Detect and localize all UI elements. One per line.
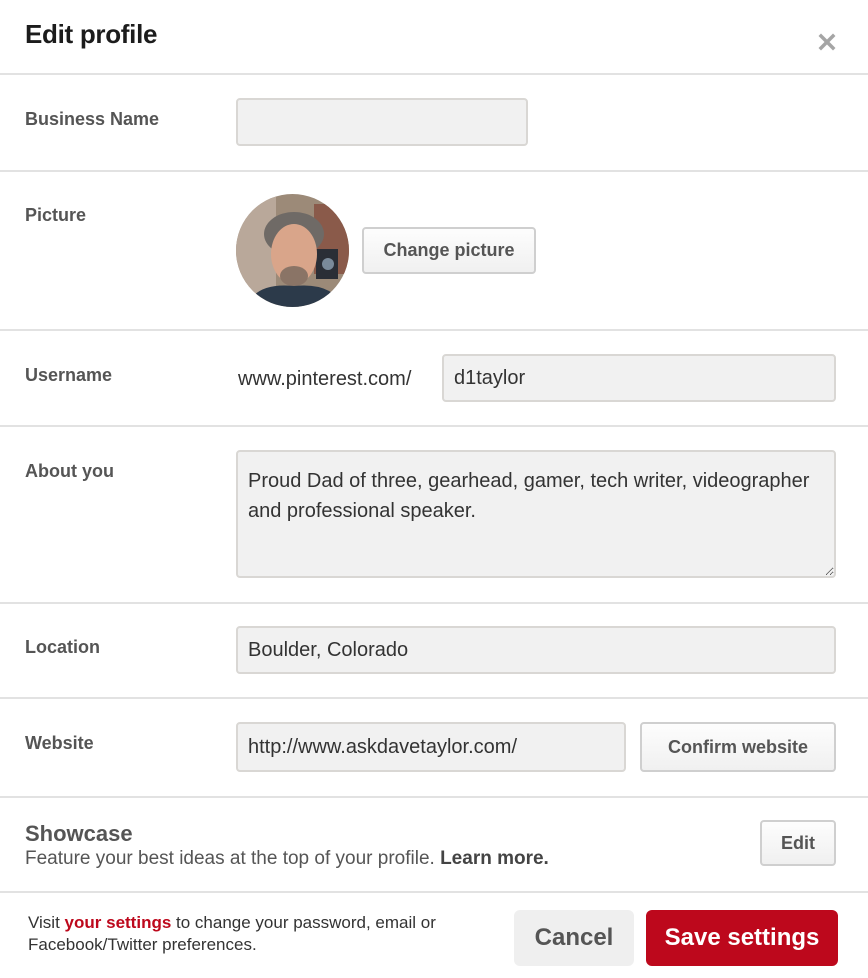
username-label: Username — [25, 365, 113, 385]
username-input[interactable] — [442, 354, 836, 402]
divider — [0, 425, 868, 427]
divider — [0, 697, 868, 699]
profile-photo — [236, 194, 349, 307]
footer-note: Visit your settings to change your passw… — [28, 912, 458, 956]
avatar — [236, 194, 349, 307]
location-input[interactable] — [236, 626, 836, 674]
footer-note-prefix: Visit — [28, 913, 60, 932]
divider — [0, 796, 868, 798]
divider — [0, 891, 868, 893]
about-label: About you — [25, 461, 114, 481]
confirm-website-button[interactable]: Confirm website — [640, 722, 836, 772]
cancel-button[interactable]: Cancel — [514, 910, 634, 966]
divider — [0, 73, 868, 75]
about-textarea[interactable]: Proud Dad of three, gearhead, gamer, tec… — [236, 450, 836, 578]
business-name-input[interactable] — [236, 98, 528, 146]
learn-more-link[interactable]: Learn more. — [440, 848, 549, 869]
close-icon — [818, 33, 836, 51]
picture-label: Picture — [25, 205, 87, 225]
page-title: Edit profile — [25, 19, 158, 49]
settings-link[interactable]: your settings — [65, 913, 172, 932]
modal-header: Edit profile — [0, 0, 868, 74]
divider — [0, 602, 868, 604]
username-prefix: www.pinterest.com/ — [238, 368, 412, 390]
save-settings-button[interactable]: Save settings — [646, 910, 838, 966]
divider — [0, 170, 868, 172]
close-button[interactable] — [813, 28, 841, 56]
showcase-edit-button[interactable]: Edit — [760, 820, 836, 866]
website-label: Website — [25, 733, 94, 753]
showcase-title: Showcase — [25, 821, 133, 846]
showcase-description-text: Feature your best ideas at the top of yo… — [25, 848, 435, 869]
showcase-description: Feature your best ideas at the top of yo… — [25, 848, 549, 870]
location-label: Location — [25, 637, 100, 657]
business-name-label: Business Name — [25, 109, 160, 129]
change-picture-button[interactable]: Change picture — [362, 227, 536, 274]
website-input[interactable] — [236, 722, 626, 772]
divider — [0, 329, 868, 331]
